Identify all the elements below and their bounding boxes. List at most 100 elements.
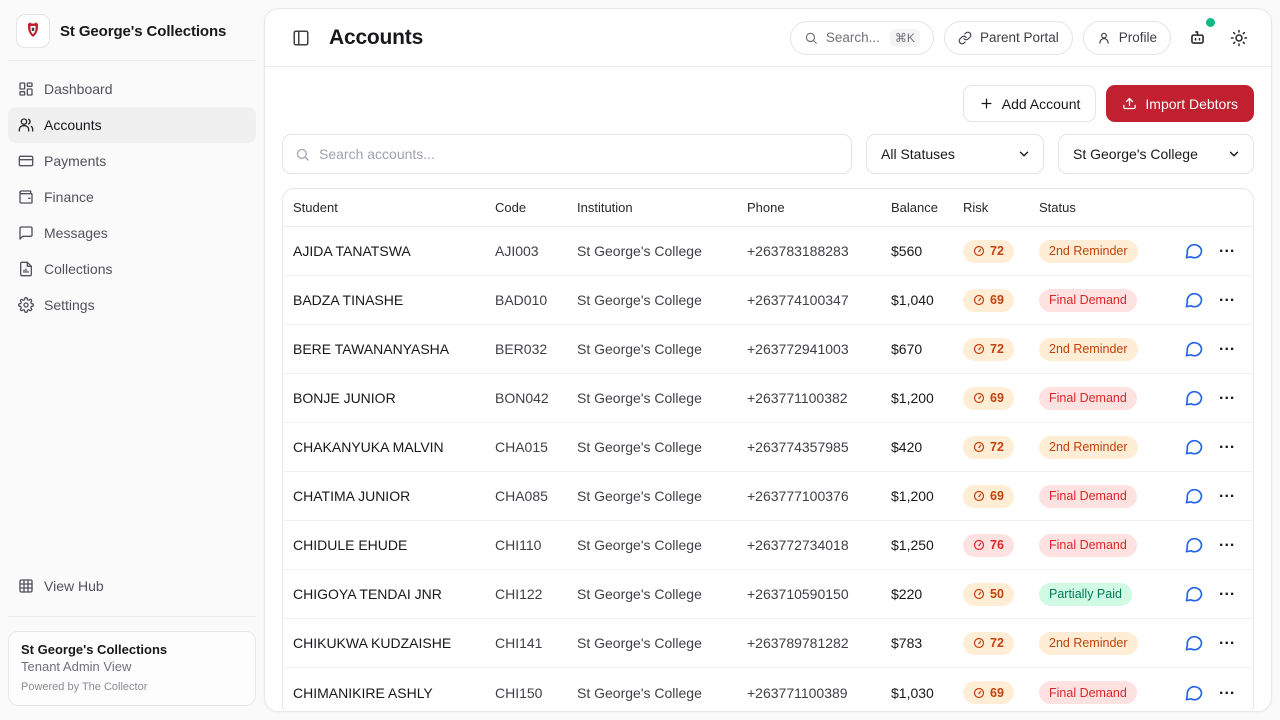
row-more-menu-button[interactable]: ... xyxy=(1219,485,1235,507)
sidebar-item-dashboard[interactable]: Dashboard xyxy=(8,71,256,107)
import-debtors-button[interactable]: Import Debtors xyxy=(1106,85,1254,122)
assistant-bot-button[interactable] xyxy=(1181,22,1213,54)
school-logo xyxy=(16,14,50,48)
sidebar-item-settings[interactable]: Settings xyxy=(8,287,256,323)
table-row[interactable]: CHATIMA JUNIOR CHA085 St George's Colleg… xyxy=(283,472,1253,521)
status-badge: Partially Paid xyxy=(1039,583,1132,606)
status-badge: 2nd Reminder xyxy=(1039,632,1138,655)
table-row[interactable]: CHIMANIKIRE ASHLY CHI150 St George's Col… xyxy=(283,668,1253,712)
message-student-button[interactable] xyxy=(1181,532,1207,558)
grid-icon xyxy=(18,578,34,594)
message-student-button[interactable] xyxy=(1181,630,1207,656)
accounts-search-field[interactable] xyxy=(282,134,852,174)
dashboard-icon xyxy=(18,81,34,97)
balance: $670 xyxy=(891,341,963,357)
student-name: AJIDA TANATSWA xyxy=(293,243,495,259)
risk-badge: 72 xyxy=(963,338,1014,361)
balance: $420 xyxy=(891,439,963,455)
gauge-icon xyxy=(973,637,985,649)
risk-badge: 69 xyxy=(963,485,1014,508)
online-status-dot xyxy=(1206,18,1215,27)
bot-icon xyxy=(1188,28,1207,47)
table-body: AJIDA TANATSWA AJI003 St George's Colleg… xyxy=(283,227,1253,712)
view-hub-label: View Hub xyxy=(44,578,104,594)
gauge-icon xyxy=(973,392,985,404)
phone: +263774357985 xyxy=(747,439,891,455)
table-row[interactable]: CHAKANYUKA MALVIN CHA015 St George's Col… xyxy=(283,423,1253,472)
message-student-button[interactable] xyxy=(1181,385,1207,411)
accounts-search-input[interactable] xyxy=(319,146,839,162)
tenant-card: St George's Collections Tenant Admin Vie… xyxy=(8,631,256,706)
phone: +263783188283 xyxy=(747,243,891,259)
status-filter-select[interactable]: All Statuses xyxy=(866,134,1044,174)
student-name: CHIMANIKIRE ASHLY xyxy=(293,685,495,701)
sidebar-item-view-hub[interactable]: View Hub xyxy=(8,568,256,604)
table-row[interactable]: CHIKUKWA KUDZAISHE CHI141 St George's Co… xyxy=(283,619,1253,668)
row-more-menu-button[interactable]: ... xyxy=(1219,436,1235,458)
chat-bubble-icon xyxy=(1184,633,1204,653)
row-more-menu-button[interactable]: ... xyxy=(1219,240,1235,262)
sidebar-item-finance[interactable]: Finance xyxy=(8,179,256,215)
institution: St George's College xyxy=(577,439,747,455)
student-name: CHIGOYA TENDAI JNR xyxy=(293,586,495,602)
table-row[interactable]: CHIGOYA TENDAI JNR CHI122 St George's Co… xyxy=(283,570,1253,619)
institution: St George's College xyxy=(577,635,747,651)
phone: +263774100347 xyxy=(747,292,891,308)
student-code: CHI110 xyxy=(495,537,577,553)
phone: +263771100389 xyxy=(747,685,891,701)
risk-badge: 72 xyxy=(963,240,1014,263)
sidebar-item-messages[interactable]: Messages xyxy=(8,215,256,251)
table-header-row: Student Code Institution Phone Balance R… xyxy=(283,189,1253,227)
row-more-menu-button[interactable]: ... xyxy=(1219,682,1235,704)
row-more-menu-button[interactable]: ... xyxy=(1219,632,1235,654)
message-student-button[interactable] xyxy=(1181,434,1207,460)
row-more-menu-button[interactable]: ... xyxy=(1219,289,1235,311)
student-name: CHAKANYUKA MALVIN xyxy=(293,439,495,455)
sidebar-item-collections[interactable]: Collections xyxy=(8,251,256,287)
table-row[interactable]: BADZA TINASHE BAD010 St George's College… xyxy=(283,276,1253,325)
message-student-button[interactable] xyxy=(1181,287,1207,313)
risk-score: 50 xyxy=(990,587,1004,601)
status-badge: Final Demand xyxy=(1039,485,1137,508)
row-more-menu-button[interactable]: ... xyxy=(1219,583,1235,605)
sidebar-item-payments[interactable]: Payments xyxy=(8,143,256,179)
table-row[interactable]: BERE TAWANANYASHA BER032 St George's Col… xyxy=(283,325,1253,374)
profile-button[interactable]: Profile xyxy=(1083,21,1171,55)
sidebar-item-accounts[interactable]: Accounts xyxy=(8,107,256,143)
parent-portal-button[interactable]: Parent Portal xyxy=(944,21,1073,55)
tenant-powered-by: Powered by The Collector xyxy=(21,681,243,693)
global-search-button[interactable]: Search... ⌘K xyxy=(790,21,934,55)
column-header-institution: Institution xyxy=(577,200,747,215)
sidebar-toggle-button[interactable] xyxy=(287,24,315,52)
balance: $783 xyxy=(891,635,963,651)
student-code: CHI122 xyxy=(495,586,577,602)
column-header-code: Code xyxy=(495,200,577,215)
table-row[interactable]: CHIDULE EHUDE CHI110 St George's College… xyxy=(283,521,1253,570)
phone: +263772734018 xyxy=(747,537,891,553)
institution-filter-select[interactable]: St George's College xyxy=(1058,134,1254,174)
status-badge: Final Demand xyxy=(1039,387,1137,410)
message-student-button[interactable] xyxy=(1181,680,1207,706)
action-row: Add Account Import Debtors xyxy=(282,85,1254,122)
message-student-button[interactable] xyxy=(1181,238,1207,264)
balance: $220 xyxy=(891,586,963,602)
gauge-icon xyxy=(973,441,985,453)
gauge-icon xyxy=(973,294,985,306)
row-more-menu-button[interactable]: ... xyxy=(1219,387,1235,409)
table-row[interactable]: BONJE JUNIOR BON042 St George's College … xyxy=(283,374,1253,423)
message-student-button[interactable] xyxy=(1181,581,1207,607)
row-more-menu-button[interactable]: ... xyxy=(1219,338,1235,360)
student-name: BONJE JUNIOR xyxy=(293,390,495,406)
row-more-menu-button[interactable]: ... xyxy=(1219,534,1235,556)
add-account-button[interactable]: Add Account xyxy=(963,85,1097,122)
wallet-icon xyxy=(18,189,34,205)
message-student-button[interactable] xyxy=(1181,336,1207,362)
table-row[interactable]: AJIDA TANATSWA AJI003 St George's Colleg… xyxy=(283,227,1253,276)
risk-score: 76 xyxy=(990,538,1004,552)
student-name: BERE TAWANANYASHA xyxy=(293,341,495,357)
message-student-button[interactable] xyxy=(1181,483,1207,509)
crest-icon xyxy=(23,21,43,41)
main-panel: Accounts Search... ⌘K Parent Portal Prof… xyxy=(264,8,1272,712)
status-badge: Final Demand xyxy=(1039,534,1137,557)
theme-toggle-button[interactable] xyxy=(1223,22,1255,54)
